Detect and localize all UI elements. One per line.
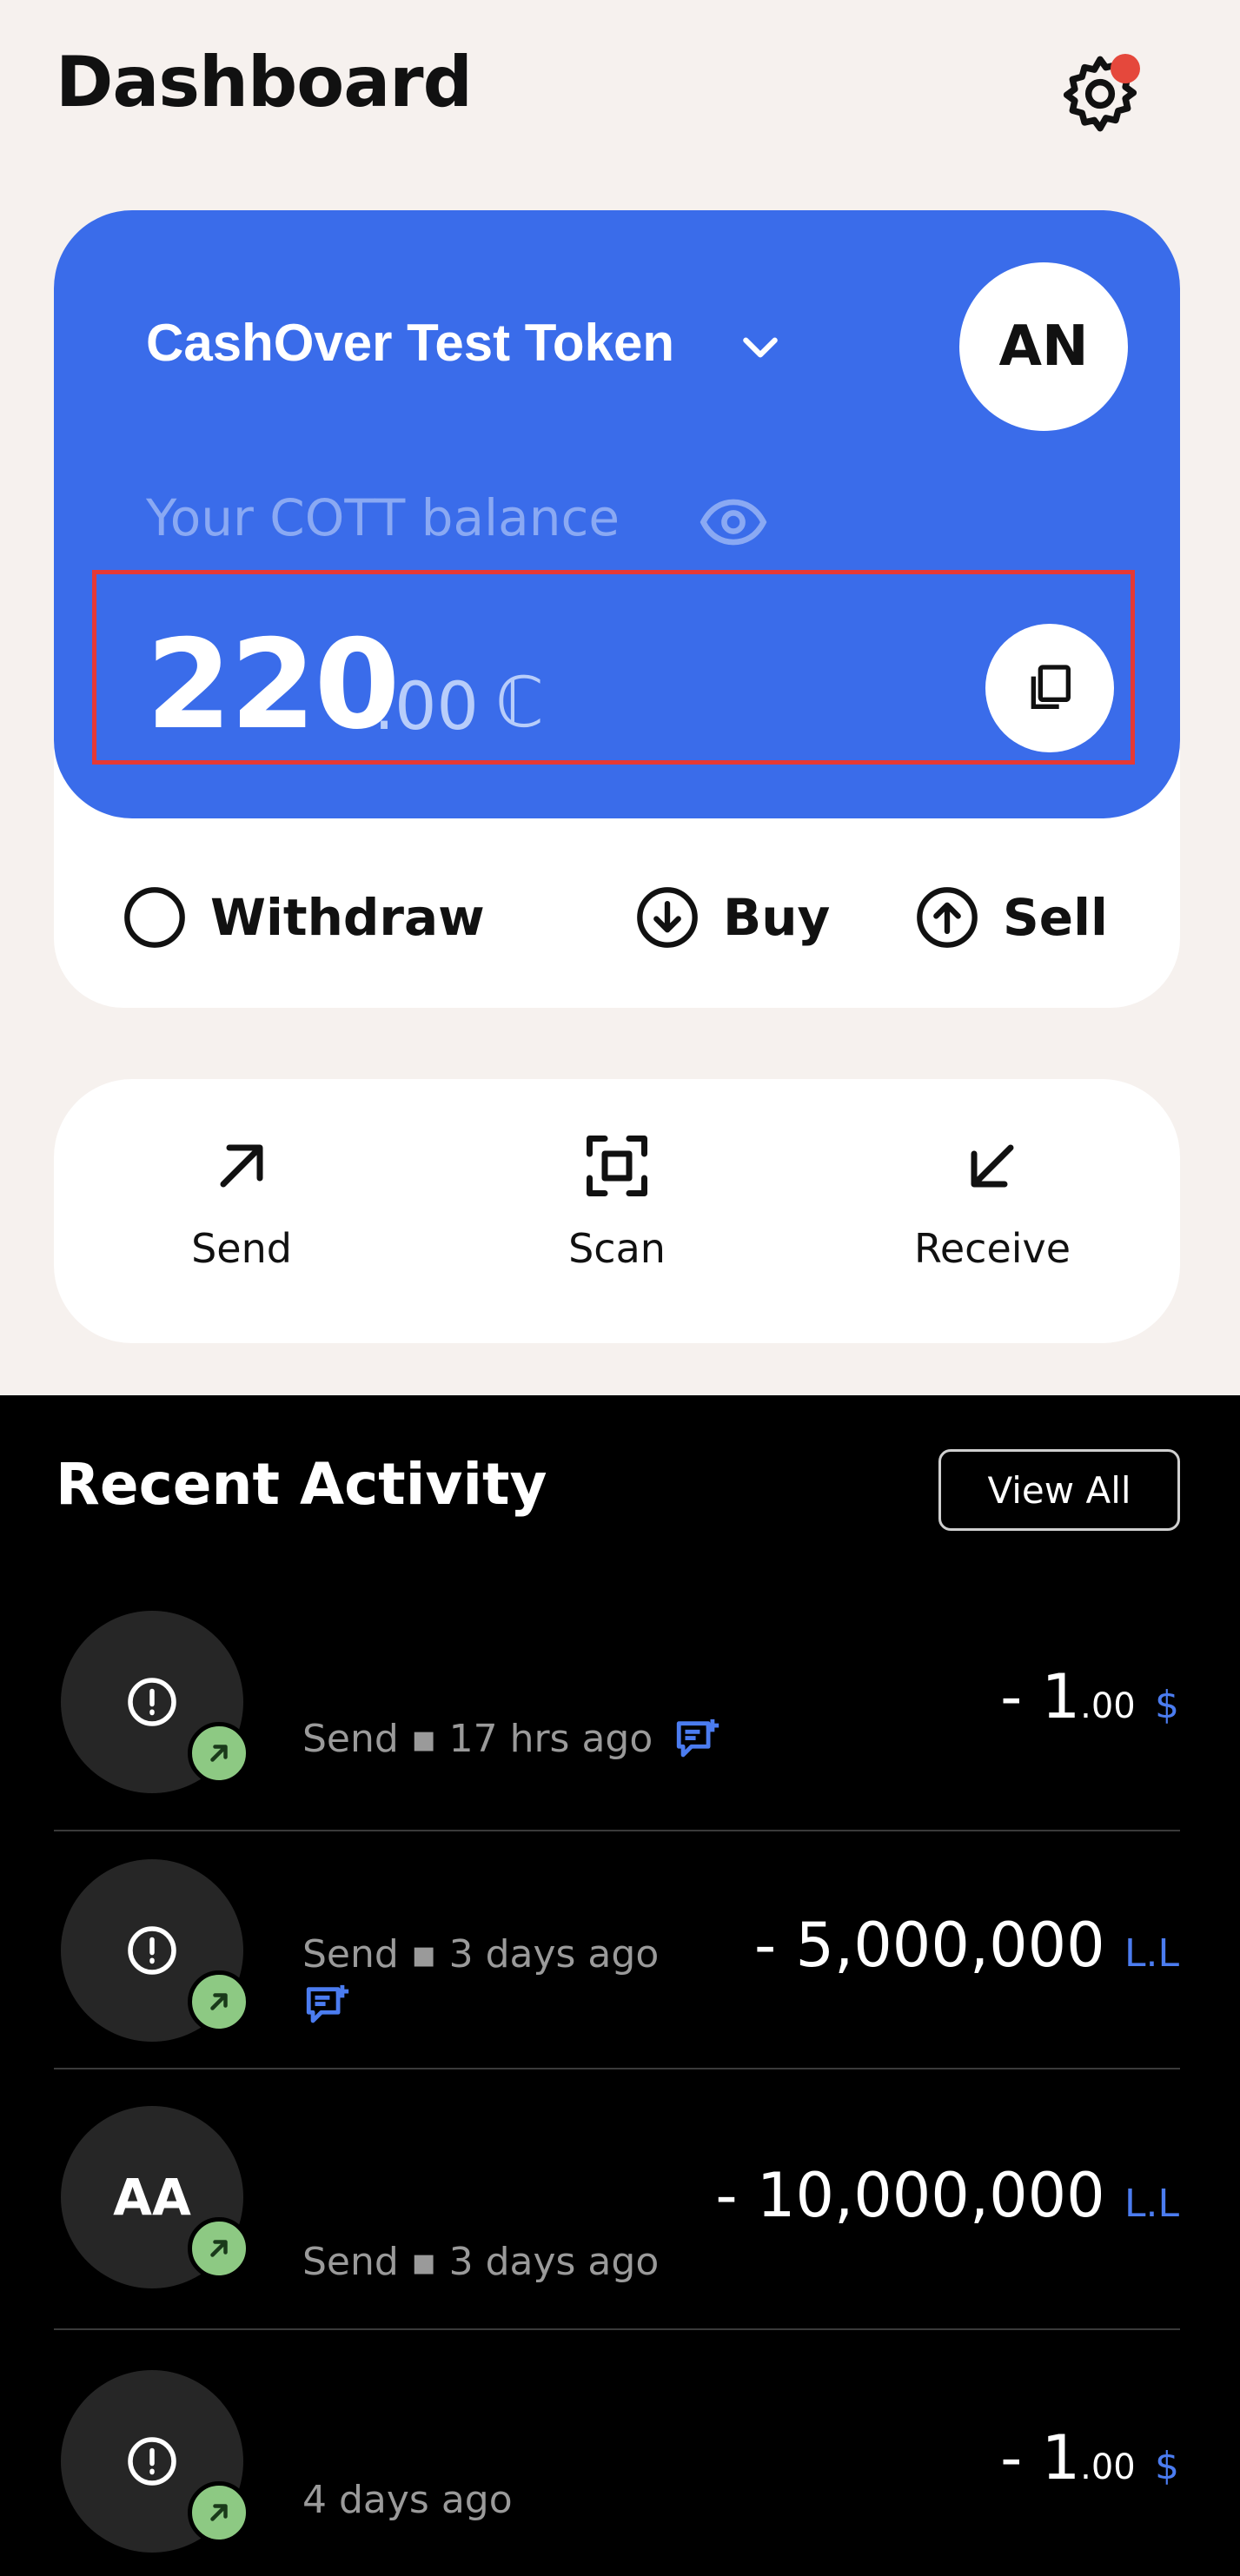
recent-activity-title: Recent Activity	[56, 1451, 547, 1518]
sent-badge	[188, 2481, 250, 2544]
currency-symbol: ℂ	[495, 662, 544, 743]
note-icon	[676, 1718, 719, 1758]
eye-icon[interactable]	[699, 493, 768, 551]
activity-amount: - 1.00 $	[1000, 1661, 1179, 1732]
copy-button[interactable]	[985, 624, 1114, 752]
send-action[interactable]: Send	[129, 1129, 355, 1272]
arrow-up-right-icon	[210, 1993, 228, 2010]
amount-value: - 5,000,000	[753, 1910, 1105, 1981]
balance-decimal: .00	[374, 667, 479, 745]
settings-button[interactable]	[1057, 50, 1144, 137]
send-label: Send	[191, 1225, 292, 1272]
receive-action[interactable]: Receive	[879, 1129, 1105, 1272]
amount-currency: L.L	[1124, 2182, 1179, 2226]
arrow-up-right-icon	[210, 2504, 228, 2521]
arrow-up-right-icon	[210, 2240, 228, 2257]
copy-icon	[1031, 665, 1071, 709]
receive-label: Receive	[913, 1225, 1071, 1272]
divider	[54, 1830, 1180, 1831]
divider	[54, 2328, 1180, 2330]
withdraw-button[interactable]: Withdraw	[122, 884, 485, 950]
arrow-up-circle-icon	[917, 887, 978, 948]
arrow-up-right-icon	[210, 1745, 228, 1762]
activity-meta: Send ▪ 3 days ago	[302, 2240, 660, 2284]
amount-decimal: .00	[1080, 2447, 1136, 2487]
arrow-down-left-icon	[971, 1144, 1014, 1188]
balance-label: Your COTT balance	[146, 488, 620, 547]
view-all-button[interactable]: View All	[938, 1449, 1180, 1531]
chevron-down-icon[interactable]	[739, 330, 782, 365]
scan-label: Scan	[568, 1225, 666, 1272]
alert-icon	[128, 2437, 176, 2486]
amount-value: - 1	[1000, 2422, 1081, 2493]
sent-badge	[188, 2217, 250, 2280]
buy-label: Buy	[723, 888, 831, 947]
sell-button[interactable]: Sell	[914, 884, 1108, 950]
activity-meta: Send ▪ 3 days ago	[302, 1932, 660, 1977]
arrow-down-circle-icon	[637, 887, 698, 948]
amount-currency: $	[1155, 1683, 1179, 1727]
scan-action[interactable]: Scan	[504, 1129, 730, 1272]
notification-dot	[1111, 54, 1140, 83]
activity-amount: - 5,000,000 L.L	[754, 1910, 1179, 1981]
note-icon	[306, 1984, 349, 2023]
avatar[interactable]: AN	[959, 262, 1128, 431]
alert-icon	[128, 1678, 176, 1726]
sell-label: Sell	[1003, 888, 1108, 947]
amount-decimal: .00	[1080, 1686, 1136, 1726]
activity-meta: 4 days ago	[302, 2478, 513, 2522]
scan-icon	[587, 1136, 647, 1196]
activity-amount: - 1.00 $	[1000, 2422, 1179, 2493]
sent-badge	[188, 1722, 250, 1785]
divider	[54, 2068, 1180, 2069]
amount-value: - 10,000,000	[715, 2160, 1105, 2231]
amount-currency: $	[1155, 2444, 1179, 2488]
activity-amount: - 10,000,000 L.L	[715, 2160, 1179, 2231]
amount-currency: L.L	[1124, 1931, 1179, 1976]
withdraw-label: Withdraw	[210, 888, 485, 947]
sent-badge	[188, 1970, 250, 2033]
token-selector[interactable]: CashOver Test Token	[146, 313, 674, 373]
balance-integer: 220	[146, 613, 400, 757]
circle-icon	[124, 887, 185, 948]
alert-icon	[128, 1926, 176, 1975]
page-title: Dashboard	[56, 42, 473, 123]
amount-value: - 1	[1000, 1661, 1081, 1732]
activity-meta: Send ▪ 17 hrs ago	[302, 1717, 653, 1761]
buy-button[interactable]: Buy	[634, 884, 830, 950]
arrow-up-right-icon	[220, 1144, 263, 1188]
